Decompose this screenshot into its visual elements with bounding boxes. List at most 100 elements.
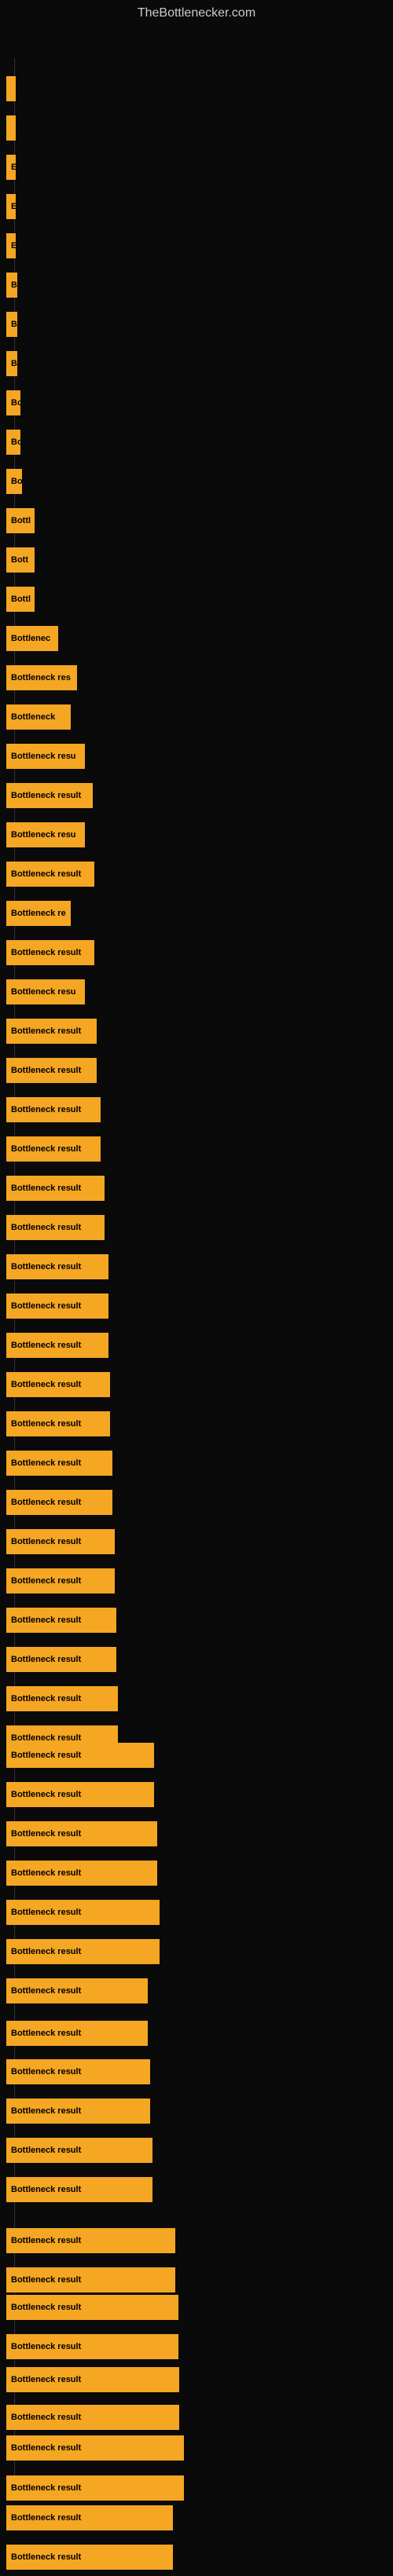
bar-item: Bottleneck result [6,2092,150,2130]
bar-item: Bottleneck result [6,1972,148,2010]
bar-item: Bottleneck result [6,934,94,971]
bar-label: Bottleneck result [6,1782,154,1807]
bar-item: Bo [6,306,17,343]
bar-item: Bottleneck result [6,1680,118,1718]
bar-item: Bo [6,423,20,461]
bar-label: Bott [6,547,35,573]
bar-label: Bottleneck resu [6,979,85,1004]
bar-item: Bottleneck resu [6,737,85,775]
bar-item: Bottleneck result [6,2361,179,2399]
bar-item: Bo [6,463,22,500]
bar-item: Bottleneck re [6,895,71,932]
bar-label: Bottleneck resu [6,822,85,847]
bar-label: Bottleneck result [6,2367,179,2392]
bar-item: Bottleneck result [6,1091,101,1129]
bar-item: Bottleneck result [6,777,93,814]
bar-label: Bottleneck result [6,2059,150,2084]
bar-label: Bottleneck result [6,1293,108,1319]
bar-item: Bo [6,384,20,422]
bar-item: Bottleneck result [6,1736,154,1774]
bar-item: Bottleneck result [6,1523,115,1561]
bar-label: Bottlenec [6,626,58,651]
bar-label: Bo [6,390,20,415]
bar-item: Bottleneck result [6,2499,173,2537]
bar-label: Bo [6,312,17,337]
bar-item: Bottl [6,502,35,540]
bar-label: Bo [6,469,22,494]
bar-label: Bottleneck result [6,1608,116,1633]
bar-label: Bottleneck result [6,2435,184,2461]
bar-item: Bottleneck result [6,2014,148,2052]
bar-label: Bottleneck re [6,901,71,926]
bar-label: Bottleneck result [6,2228,175,2253]
bar-label: E [6,155,16,180]
bar-label: Bottleneck result [6,1097,101,1122]
bar-item: Bottleneck result [6,1854,157,1892]
bar-item: E [6,227,16,265]
bar-label: Bottleneck result [6,1900,160,1925]
bar-label: Bottleneck result [6,1490,112,1515]
bar-label: E [6,194,16,219]
bar-item: Bottleneck result [6,1601,116,1639]
bar-label: Bottleneck result [6,1176,105,1201]
bar-item: Bottleneck result [6,1130,101,1168]
bar-item: Bottleneck [6,698,71,736]
bar-label: Bottleneck result [6,1254,108,1279]
bar-label: Bottleneck result [6,940,94,965]
bar-item: Bottleneck result [6,1169,105,1207]
bar-label: Bottleneck result [6,1939,160,1964]
chart-container: EEEBoBoBoBoBoBoBottlBottBottlBottlenecBo… [0,27,393,2501]
bar-item: Bottleneck result [6,1366,110,1403]
site-title: TheBottlenecker.com [0,0,393,27]
bar-item: Bottleneck result [6,1287,108,1325]
bar-label: Bottleneck resu [6,744,85,769]
bar-item: Bottleneck result [6,1894,160,1931]
bar-item: Bottleneck result [6,1248,108,1286]
bar-label: Bottleneck result [6,1686,118,1711]
bar-label: Bottleneck result [6,2177,152,2202]
bar-label: Bottleneck result [6,1215,105,1240]
bar-label: Bottleneck [6,704,71,730]
bar-label: E [6,233,16,258]
bar-item: Bottleneck result [6,1641,116,1678]
bar-label: Bottleneck result [6,1821,157,1846]
bar-item: Bottleneck result [6,1484,112,1521]
bar-item: Bottleneck result [6,1776,154,1813]
bar-label: Bottleneck result [6,2021,148,2046]
bar-item: Bottleneck result [6,855,94,893]
bar-item: Bottleneck result [6,2171,152,2208]
bar-label: Bottleneck result [6,1978,148,2003]
bar-item: Bo [6,266,17,304]
bar-label: Bottleneck result [6,2475,184,2501]
bar-item: Bottleneck result [6,2538,173,2576]
bar-item: Bottlenec [6,620,58,657]
bar-label: Bottleneck result [6,783,93,808]
bar-item: Bottleneck result [6,2289,178,2326]
bar-item: Bottleneck resu [6,816,85,854]
bar-label: Bottleneck result [6,1019,97,1044]
bar-label: Bottleneck result [6,1568,115,1594]
bar-item: Bottleneck result [6,1444,112,1482]
bar-label: Bottleneck result [6,1861,157,1886]
bar-item: Bottleneck result [6,2131,152,2169]
bar-item: Bottleneck result [6,1326,108,1364]
bar-label: Bottleneck result [6,1529,115,1554]
bar-label [6,76,16,101]
bar-label: Bottl [6,508,35,533]
bar-item: Bottleneck result [6,1933,160,1970]
bar-label: Bottl [6,587,35,612]
bar-item [6,109,16,147]
bar-item: Bottleneck result [6,2222,175,2259]
bar-item: Bottleneck result [6,1052,97,1089]
bar-item: E [6,148,16,186]
bar-item: Bott [6,541,35,579]
bar-label: Bottleneck result [6,1743,154,1768]
bar-label: Bottleneck result [6,1058,97,1083]
bar-label: Bo [6,430,20,455]
bar-label: Bottleneck result [6,2098,150,2124]
bar-item: Bottleneck res [6,659,77,697]
bar-label: Bottleneck result [6,1647,116,1672]
bar-label: Bottleneck result [6,2295,178,2320]
bar-label: Bottleneck result [6,2138,152,2163]
bar-item: Bottleneck result [6,1209,105,1246]
